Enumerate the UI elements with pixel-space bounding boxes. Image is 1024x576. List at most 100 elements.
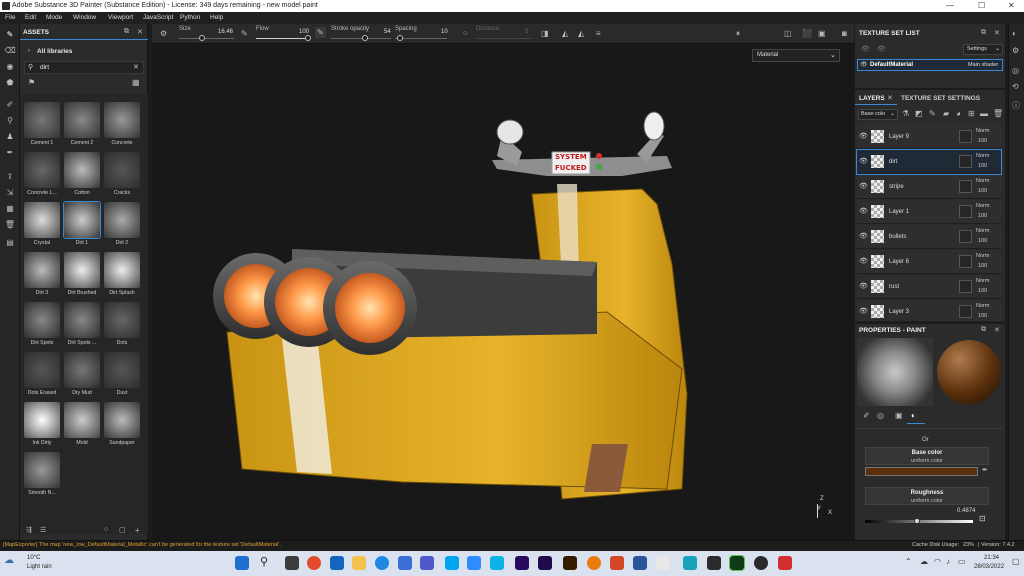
word-icon[interactable]	[633, 556, 647, 570]
blend-mode[interactable]: Norm	[976, 303, 989, 309]
stencil-tab-icon[interactable]: ▣	[895, 411, 903, 420]
layer-opacity[interactable]: 100	[978, 263, 987, 269]
asset-cement-2[interactable]	[64, 102, 100, 138]
brush-settings-icon[interactable]: ⚙	[160, 29, 167, 38]
notifications-icon[interactable]: ▢	[1012, 557, 1020, 566]
refresh-icon[interactable]: ○	[104, 526, 108, 533]
layer-mask[interactable]	[959, 180, 972, 193]
blend-mode[interactable]: Norm	[976, 203, 989, 209]
flow-slider[interactable]	[256, 38, 311, 39]
layer-row[interactable]: 👁 Layer 6 Norm 100	[857, 250, 1001, 274]
teams-icon[interactable]	[420, 556, 434, 570]
windows-start-icon[interactable]	[235, 556, 249, 570]
eye-icon[interactable]: 👁	[859, 132, 868, 140]
properties-float-icon[interactable]: ⧉	[981, 326, 986, 334]
asset-dirt-spots-2[interactable]	[64, 302, 100, 338]
list-view-icon[interactable]: ☰	[40, 526, 46, 534]
tab-layers[interactable]: LAYERS	[859, 95, 885, 102]
unreal-icon[interactable]	[754, 556, 768, 570]
clone-tool-icon[interactable]: ⚲	[4, 116, 16, 128]
eye-icon[interactable]: 👁	[859, 257, 868, 265]
layer-mask[interactable]	[959, 130, 972, 143]
eye-icon[interactable]: 👁	[859, 207, 868, 215]
paint-tool-icon[interactable]: ✎	[4, 30, 16, 42]
asset-crystal[interactable]	[24, 202, 60, 238]
temperature[interactable]: 10°C	[27, 555, 40, 561]
file-explorer-icon[interactable]	[352, 556, 366, 570]
layer-opacity[interactable]: 100	[978, 313, 987, 319]
eye-icon[interactable]: 👁	[859, 307, 868, 315]
eye-icon[interactable]: 👁	[859, 182, 868, 190]
3d-viewport[interactable]: Material ⌄ SYSTEM FUCKED Z Y X	[152, 44, 854, 540]
eye-icon[interactable]: 👁	[859, 157, 868, 165]
asset-mold[interactable]	[64, 402, 100, 438]
history-icon[interactable]: ▤	[4, 238, 16, 250]
screenshot-icon[interactable]: ◙	[842, 29, 847, 38]
close-button[interactable]: ✕	[1008, 1, 1015, 10]
viewer-settings-icon[interactable]: ◎	[1012, 66, 1019, 75]
roughness-value[interactable]: 0.4874	[957, 508, 975, 514]
asset-dots[interactable]	[104, 302, 140, 338]
flow-pressure-icon[interactable]: ✎	[315, 27, 326, 38]
pause-icon[interactable]: ⏸	[736, 29, 740, 39]
shader-settings-icon[interactable]: ⚙	[1012, 46, 1019, 55]
asset-dirt-spots[interactable]	[24, 302, 60, 338]
illustrator-icon[interactable]	[563, 556, 577, 570]
clear-search-icon[interactable]: ✕	[133, 63, 139, 71]
camera-icon[interactable]: ▣	[818, 29, 826, 38]
skype-icon[interactable]	[445, 556, 459, 570]
export-icon[interactable]: ⇲	[4, 188, 16, 200]
add-smart-material-icon[interactable]: ◕	[956, 109, 961, 118]
add-effect-icon[interactable]: ⚗	[902, 109, 909, 118]
battery-icon[interactable]: ▭	[958, 557, 966, 566]
layer-opacity[interactable]: 100	[978, 288, 987, 294]
edge-icon[interactable]	[375, 556, 389, 570]
layer-row[interactable]: 👁 rust Norm 100	[857, 275, 1001, 299]
asset-dirt-splash[interactable]	[104, 252, 140, 288]
blend-mode[interactable]: Norm	[976, 253, 989, 259]
substance-painter-icon[interactable]	[729, 555, 745, 571]
base-color-header[interactable]: Base color uniform color	[865, 447, 989, 465]
asset-dirt-2[interactable]	[104, 202, 140, 238]
chevron-right-icon[interactable]: ›	[28, 48, 30, 54]
add-generator-icon[interactable]: ⊞	[968, 109, 975, 118]
polygon-fill-icon[interactable]: ♟	[4, 132, 16, 144]
blend-mode[interactable]: Norm	[976, 128, 989, 134]
import-icon[interactable]: ⇶	[26, 526, 32, 534]
asset-dots-erased[interactable]	[24, 352, 60, 388]
cube-icon[interactable]: ⬛	[802, 29, 812, 38]
eye-icon[interactable]: 👁	[859, 282, 868, 290]
volume-icon[interactable]: ♪	[946, 557, 950, 566]
lazy-mouse-icon[interactable]: ⁘	[462, 29, 469, 38]
clock-time[interactable]: 21:34	[984, 555, 999, 561]
onedrive-icon[interactable]: ☁	[920, 557, 928, 566]
spacing-value[interactable]: 10	[441, 29, 448, 35]
base-color-swatch[interactable]	[865, 467, 978, 476]
search-icon[interactable]: ⚲	[260, 555, 268, 568]
folder-icon[interactable]: ▬	[980, 109, 988, 118]
texture-set-row[interactable]: 👁 DefaultMaterial Main shader	[857, 59, 1003, 71]
asset-concrete[interactable]	[104, 102, 140, 138]
blender-icon[interactable]	[587, 556, 601, 570]
asset-cement-1[interactable]	[24, 102, 60, 138]
geometry-mask-icon[interactable]: ⬟	[4, 78, 16, 90]
camera-app-icon[interactable]	[285, 556, 299, 570]
layer-mask[interactable]	[959, 305, 972, 318]
after-effects-icon[interactable]	[538, 556, 552, 570]
channel-select[interactable]: Base colo ⌄	[858, 109, 898, 120]
projection-tool-icon[interactable]: ◉	[4, 62, 16, 74]
menu-help[interactable]: Help	[210, 14, 223, 21]
shelf-icon[interactable]: ▦	[4, 204, 16, 216]
stroke-opacity-value[interactable]: 54	[384, 29, 391, 35]
premiere-icon[interactable]	[515, 556, 529, 570]
properties-close-icon[interactable]: ✕	[994, 326, 1000, 334]
size-slider[interactable]	[179, 38, 234, 39]
calendar-icon[interactable]	[398, 556, 412, 570]
maya-icon[interactable]	[683, 556, 697, 570]
asset-ink-dirty[interactable]	[24, 402, 60, 438]
layer-opacity[interactable]: 100	[978, 188, 987, 194]
add-icon[interactable]: +	[135, 526, 140, 535]
add-mask-icon[interactable]: ◩	[915, 109, 923, 118]
weather-icon[interactable]: ☁	[4, 555, 14, 566]
new-folder-icon[interactable]: ▢	[119, 526, 126, 534]
